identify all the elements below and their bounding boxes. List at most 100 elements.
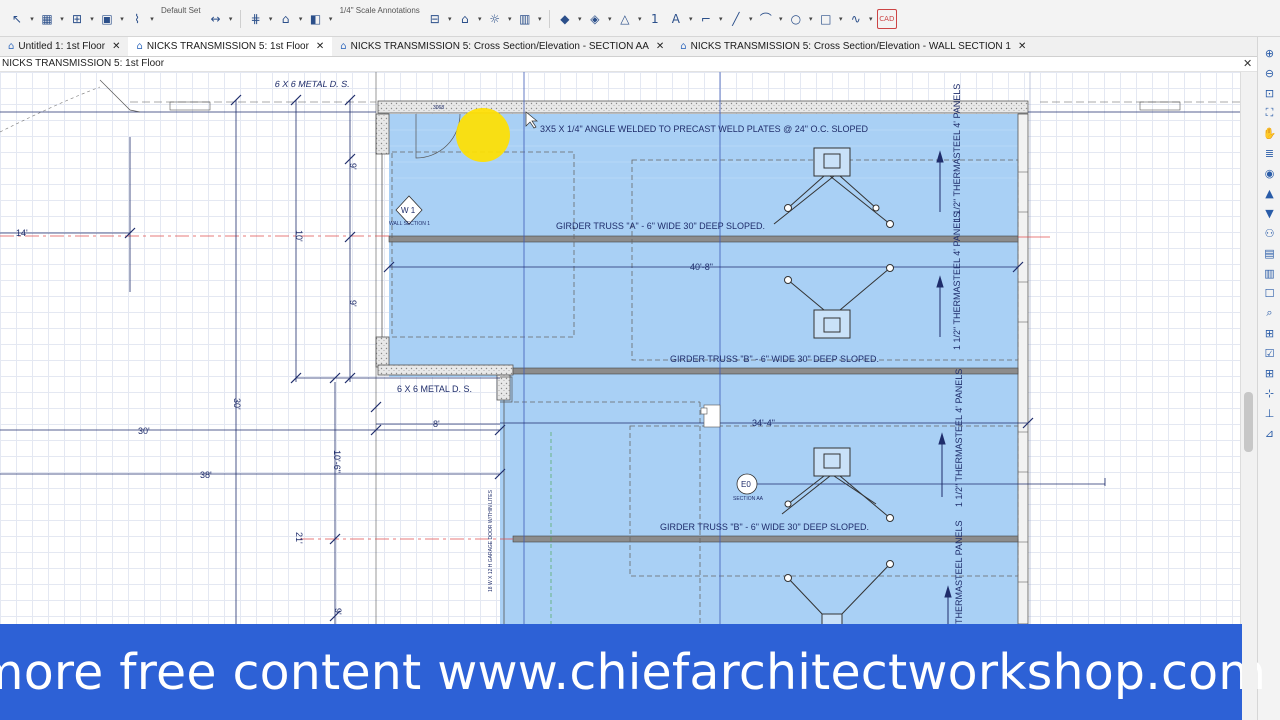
shape-icon[interactable]: △ <box>616 10 634 28</box>
tab-wall-section-1[interactable]: ⌂ NICKS TRANSMISSION 5: Cross Section/El… <box>672 37 1034 56</box>
spline-icon[interactable]: ∿ <box>847 10 865 28</box>
library-icon[interactable]: ◈ <box>586 10 604 28</box>
cabinet-icon[interactable]: ▣ <box>98 10 116 28</box>
section-view-icon[interactable]: ▥ <box>1261 265 1278 281</box>
label-panel-4: THERMASTEEL PANELS <box>954 520 964 624</box>
chevron-down-icon[interactable]: ▾ <box>778 15 784 23</box>
close-tab-icon[interactable]: ✕ <box>112 41 120 52</box>
label-metal-door-mid: 6 X 6 METAL D. S. <box>397 384 472 394</box>
chevron-down-icon[interactable]: ▾ <box>89 15 95 23</box>
find-icon[interactable]: ⌕ <box>1261 305 1278 321</box>
door-icon[interactable]: ◧ <box>307 10 325 28</box>
annotation-set-dropdown[interactable]: 1/4" Scale Annotations <box>337 6 423 15</box>
promo-banner: more free content www.chiefarchitectwork… <box>0 624 1266 720</box>
scrollbar-track-bottom <box>1242 624 1257 720</box>
house-icon: ⌂ <box>8 41 15 52</box>
chevron-down-icon[interactable]: ▾ <box>868 15 874 23</box>
cad-line-icon[interactable]: ╱ <box>727 10 745 28</box>
callout-icon[interactable]: ⌐ <box>697 10 715 28</box>
checkbox-icon[interactable]: ☑ <box>1261 345 1278 361</box>
girder-truss-b1 <box>512 367 1019 375</box>
chevron-down-icon[interactable]: ▾ <box>507 15 513 23</box>
close-tab-icon[interactable]: ✕ <box>1018 41 1026 52</box>
chevron-down-icon[interactable]: ▾ <box>637 15 643 23</box>
view-toolbar-right: ⊕ ⊖ ⊡ ⛶ ✋ ≣ ◉ ▲ ▼ ⚇ ▤ ▥ ☐ ⌕ ⊞ ☑ ⊞ ⊹ ⊥ ⊿ <box>1257 37 1280 720</box>
chevron-down-icon[interactable]: ▾ <box>268 15 274 23</box>
chevron-down-icon[interactable]: ▾ <box>477 15 483 23</box>
chevron-down-icon[interactable]: ▾ <box>119 15 125 23</box>
plan-footprint-icon[interactable]: ▥ <box>516 10 534 28</box>
zoom-out-icon[interactable]: ⊖ <box>1261 65 1278 81</box>
label-angle-note: 3X5 X 1/4" ANGLE WELDED TO PRECAST WELD … <box>540 124 868 134</box>
scrollbar-thumb[interactable] <box>1244 392 1253 452</box>
layer-set-dropdown[interactable]: Default Set <box>158 6 204 15</box>
glasses-icon[interactable]: ⚇ <box>1261 225 1278 241</box>
chevron-down-icon[interactable]: ▾ <box>537 15 543 23</box>
window-icon[interactable]: ⊟ <box>426 10 444 28</box>
arc-icon[interactable]: ⌒ <box>757 10 775 28</box>
chevron-down-icon[interactable]: ▾ <box>59 15 65 23</box>
chevron-down-icon[interactable]: ▾ <box>688 15 694 23</box>
window-tag: 3068 <box>433 105 444 111</box>
section-caption: SECTION AA <box>733 496 764 502</box>
close-tab-icon[interactable]: ✕ <box>656 41 664 52</box>
elevation-view-icon[interactable]: ▤ <box>1261 245 1278 261</box>
close-tab-icon[interactable]: ✕ <box>316 41 324 52</box>
floor-down-icon[interactable]: ▼ <box>1261 205 1278 221</box>
floor-up-icon[interactable]: ▲ <box>1261 185 1278 201</box>
chevron-down-icon[interactable]: ▾ <box>149 15 155 23</box>
electrical-icon[interactable]: ☼ <box>486 10 504 28</box>
pan-icon[interactable]: ✋ <box>1261 125 1278 141</box>
zoom-in-icon[interactable]: ⊕ <box>1261 45 1278 61</box>
box-icon[interactable]: □ <box>817 10 835 28</box>
dim-9c: 9' <box>333 608 343 615</box>
chevron-down-icon[interactable]: ▾ <box>29 15 35 23</box>
dim-38: 38' <box>200 470 212 480</box>
grid-icon[interactable]: ⊞ <box>1261 365 1278 381</box>
select-icon[interactable]: ☐ <box>1261 285 1278 301</box>
right-wall <box>1017 113 1029 624</box>
chevron-down-icon[interactable]: ▾ <box>838 15 844 23</box>
trace-icon[interactable]: ⊿ <box>1261 425 1278 441</box>
fill-window-icon[interactable]: ⛶ <box>1261 105 1278 121</box>
ortho-icon[interactable]: ⊥ <box>1261 405 1278 421</box>
dimension-icon[interactable]: ↔ <box>207 10 225 28</box>
chevron-down-icon[interactable]: ▾ <box>447 15 453 23</box>
tab-label: NICKS TRANSMISSION 5: 1st Floor <box>146 41 309 52</box>
wall-section-caption: WALL SECTION 1 <box>389 221 430 227</box>
room-icon[interactable]: ⌂ <box>456 10 474 28</box>
terrain-icon[interactable]: ◆ <box>556 10 574 28</box>
tab-section-aa[interactable]: ⌂ NICKS TRANSMISSION 5: Cross Section/El… <box>332 37 672 56</box>
tab-untitled-1st-floor[interactable]: ⌂ Untitled 1: 1st Floor ✕ <box>0 37 128 56</box>
close-view-icon[interactable]: ✕ <box>1243 57 1252 71</box>
layer-icon[interactable]: ≣ <box>1261 145 1278 161</box>
chevron-down-icon[interactable]: ▾ <box>577 15 583 23</box>
chevron-down-icon[interactable]: ▾ <box>328 15 334 23</box>
chevron-down-icon[interactable]: ▾ <box>808 15 814 23</box>
select-objects-icon[interactable]: ↖ <box>8 10 26 28</box>
roof-icon[interactable]: ⌂ <box>277 10 295 28</box>
chevron-down-icon[interactable]: ▾ <box>718 15 724 23</box>
camera-icon[interactable]: ◉ <box>1261 165 1278 181</box>
railing-icon[interactable]: ⊞ <box>68 10 86 28</box>
framing-icon[interactable]: ⋕ <box>247 10 265 28</box>
snap-icon[interactable]: ⊹ <box>1261 385 1278 401</box>
plan-view-icon[interactable]: ⊞ <box>1261 325 1278 341</box>
chevron-down-icon[interactable]: ▾ <box>298 15 304 23</box>
zoom-window-icon[interactable]: ⊡ <box>1261 85 1278 101</box>
drawing-canvas[interactable]: 6 X 6 METAL D. S. 3X5 X 1/4" ANGLE WELDE… <box>0 72 1240 624</box>
tab-nicks-1st-floor[interactable]: ⌂ NICKS TRANSMISSION 5: 1st Floor ✕ <box>128 37 333 56</box>
vertical-scrollbar[interactable] <box>1240 72 1257 624</box>
chevron-down-icon[interactable]: ▾ <box>228 15 234 23</box>
wall-tool-icon[interactable]: ▦ <box>38 10 56 28</box>
dim-10-6: 10'-6" <box>332 450 342 473</box>
chevron-down-icon[interactable]: ▾ <box>748 15 754 23</box>
stairs-icon[interactable]: ⌇ <box>128 10 146 28</box>
chevron-down-icon[interactable]: ▾ <box>607 15 613 23</box>
cad-button[interactable]: CAD <box>876 9 897 29</box>
label-panel-1: 1 1/2" THERMASTEEL 4' PANELS <box>952 84 962 222</box>
cursor-highlight <box>456 108 510 162</box>
circle-icon[interactable]: ○ <box>787 10 805 28</box>
text-tool-icon[interactable]: A <box>667 10 685 28</box>
tab-label: Untitled 1: 1st Floor <box>18 41 106 52</box>
